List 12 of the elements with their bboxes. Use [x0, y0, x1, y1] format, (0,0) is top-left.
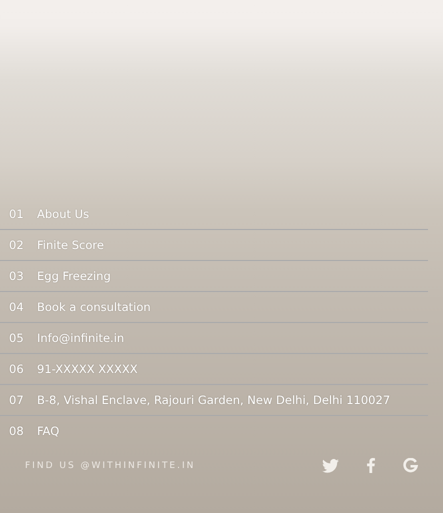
- menu-item[interactable]: 01 About Us: [0, 199, 428, 230]
- google-icon[interactable]: [403, 458, 418, 473]
- twitter-icon[interactable]: [322, 458, 339, 472]
- menu-item[interactable]: 07 B-8, Vishal Enclave, Rajouri Garden, New Delhi, Delhi 110027: [0, 385, 428, 416]
- facebook-icon[interactable]: [367, 458, 375, 473]
- menu-item[interactable]: 03 Egg Freezing: [0, 261, 428, 292]
- menu-item[interactable]: 06 91-XXXXX XXXXX: [0, 354, 428, 385]
- menu-item[interactable]: 08 FAQ: [0, 416, 428, 446]
- menu-item[interactable]: 02 Finite Score: [0, 230, 428, 261]
- menu-item[interactable]: 04 Book a consultation: [0, 292, 428, 323]
- social-handle: FIND US @WITHINFINITE.IN: [25, 460, 196, 470]
- menu-item[interactable]: 05 Info@infinite.in: [0, 323, 428, 354]
